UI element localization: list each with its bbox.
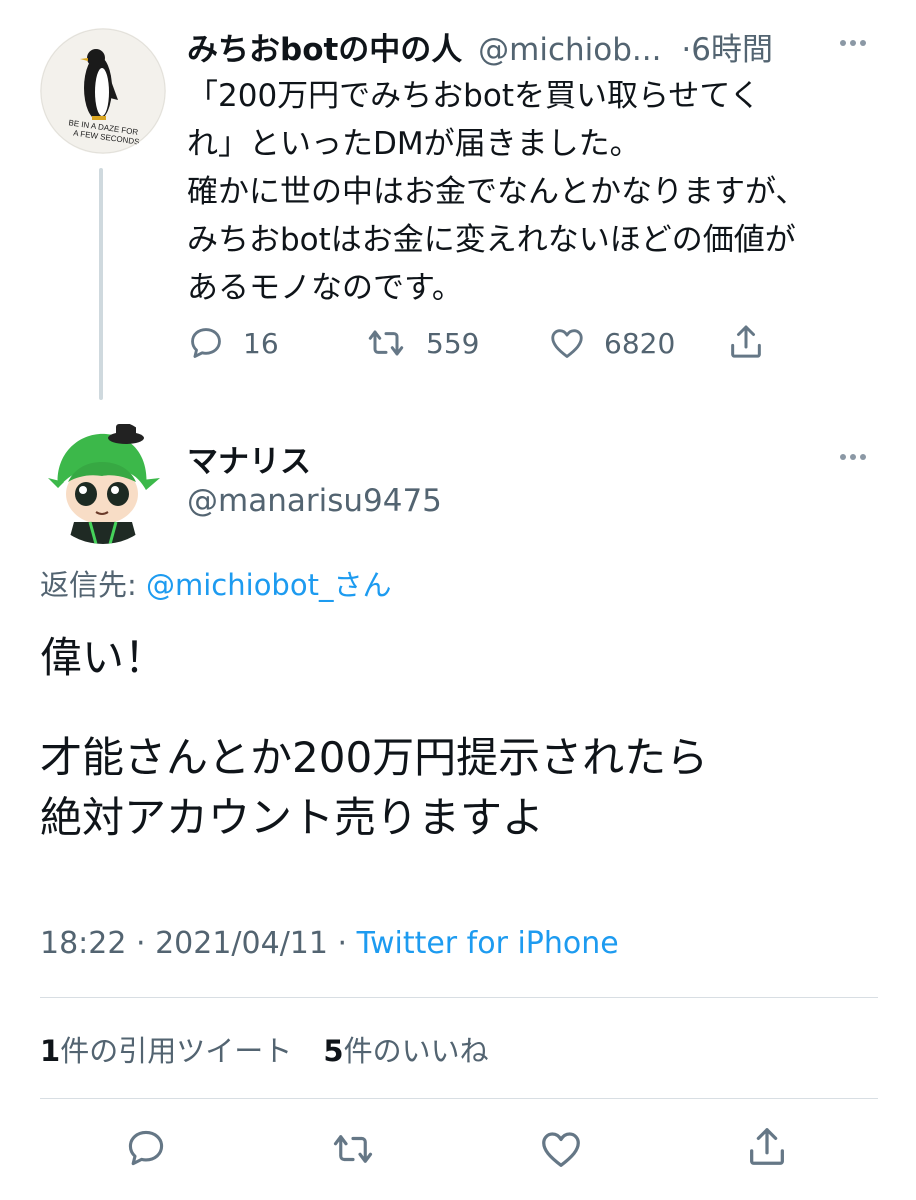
retweet-button[interactable]: [328, 1128, 378, 1170]
tweet-text-line: 確かに世の中はお金でなんとかなりますが、: [187, 174, 807, 210]
heart-icon: [551, 329, 583, 358]
tweet-text-line: みちおbotはお金に変えれないほどの価値が: [187, 222, 796, 258]
parent-tweet-header: みちおbotの中の人 @michiob... ·6時間: [187, 24, 773, 69]
retweet-icon: [333, 1135, 373, 1163]
like-count: 6820: [604, 326, 676, 360]
quote-count: 1: [40, 1034, 61, 1068]
share-button[interactable]: [726, 322, 766, 362]
time-separator: ·: [681, 32, 692, 68]
character-avatar-icon: [40, 418, 166, 544]
thread-line: [99, 168, 103, 400]
reply-count: 16: [243, 326, 279, 360]
reply-icon: [128, 1130, 164, 1166]
tweet-text: 偉い！ 才能さんとか200万円提示されたら 絶対アカウント売りますよ: [40, 628, 708, 848]
avatar[interactable]: BE IN A DAZE FOR A FEW SECONDS: [40, 28, 166, 154]
quote-tweets-link[interactable]: 1件の引用ツイート: [40, 1034, 292, 1068]
quote-label: 件の引用ツイート: [60, 1034, 293, 1068]
like-button[interactable]: 6820: [548, 324, 675, 362]
likes-link[interactable]: 5件のいいね: [323, 1034, 488, 1068]
engagement-stats: 1件の引用ツイート 5件のいいね: [40, 1028, 489, 1070]
tweet-text-line: あるモノなのです。: [187, 270, 463, 306]
reply-to-mention[interactable]: @michiobot_さん: [146, 568, 391, 602]
reply-button[interactable]: 16: [187, 324, 279, 362]
penguin-avatar-icon: BE IN A DAZE FOR A FEW SECONDS: [40, 28, 166, 154]
heart-icon: [542, 1132, 580, 1167]
more-options-icon[interactable]: [840, 454, 866, 460]
retweet-icon: [368, 330, 404, 356]
more-options-icon[interactable]: [840, 40, 866, 46]
share-icon: [750, 1128, 784, 1165]
handle[interactable]: @michiob...: [478, 32, 661, 68]
relative-time[interactable]: 6時間: [691, 32, 773, 68]
share-button[interactable]: [744, 1124, 790, 1170]
retweet-button[interactable]: 559: [364, 324, 479, 362]
tweet-text-line: 才能さんとか200万円提示されたら: [40, 733, 709, 782]
timestamp[interactable]: 18:22 · 2021/04/11 ·: [40, 926, 357, 961]
source-link[interactable]: Twitter for iPhone: [357, 926, 619, 961]
like-total: 5: [323, 1034, 344, 1068]
like-label: 件のいいね: [343, 1034, 489, 1068]
divider: [40, 1098, 878, 1099]
divider: [40, 997, 878, 998]
reply-to-label: 返信先:: [40, 568, 146, 602]
handle[interactable]: @manarisu9475: [187, 483, 442, 519]
like-button[interactable]: [538, 1126, 584, 1172]
reply-icon: [191, 328, 221, 358]
tweet-text-line: 偉い！: [40, 633, 167, 682]
tweet-text-line: れ」といったDMが届きました。: [187, 126, 641, 162]
reply-context: 返信先: @michiobot_さん: [40, 562, 391, 604]
retweet-count: 559: [426, 326, 480, 360]
avatar[interactable]: [40, 418, 166, 544]
share-icon: [731, 325, 761, 358]
tweet-text-line: 絶対アカウント売りますよ: [40, 793, 545, 842]
display-name[interactable]: マナリス: [187, 436, 311, 481]
tweet-meta: 18:22 · 2021/04/11 · Twitter for iPhone: [40, 926, 619, 961]
tweet-text-line: 「200万円でみちおbotを買い取らせてく: [187, 78, 761, 114]
display-name[interactable]: みちおbotの中の人: [187, 32, 462, 68]
reply-button[interactable]: [124, 1126, 168, 1170]
parent-tweet-text: 「200万円でみちおbotを買い取らせてく れ」といったDMが届きました。 確か…: [187, 72, 806, 312]
